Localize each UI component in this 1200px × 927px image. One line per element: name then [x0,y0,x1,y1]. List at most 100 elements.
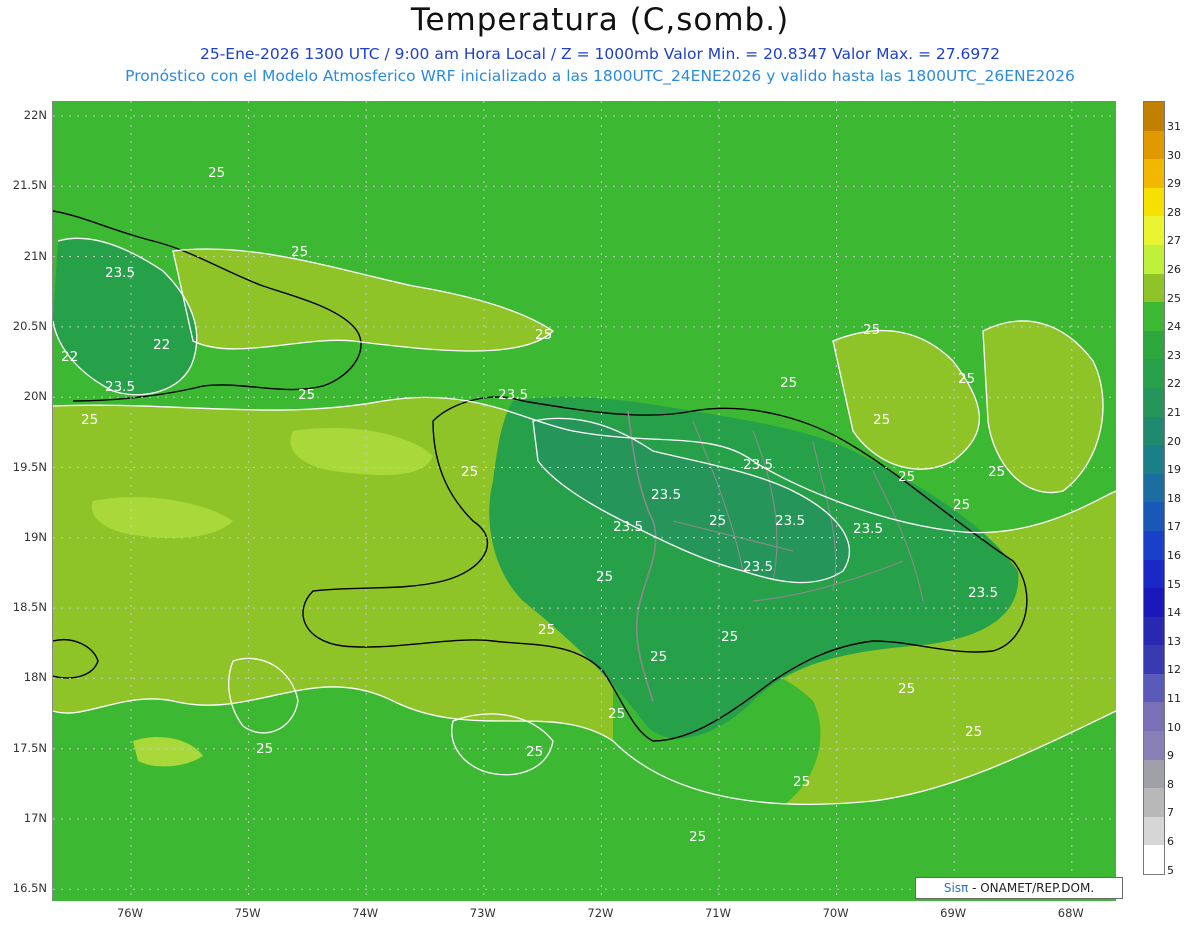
colorbar-label: 21 [1167,406,1181,419]
colorbar-label: 20 [1167,434,1181,448]
contour-label: 23.5 [498,387,528,403]
credit-box: Sisπ - ONAMET/REP.DOM. [915,877,1123,899]
colorbar-swatch [1144,445,1164,474]
contour-label: 25 [291,244,308,260]
longitude-label: 72W [587,906,614,920]
colorbar-label: 30 [1167,148,1181,162]
map-canvas: 25 25 25 23.5 22 22 23.5 25 25 23.5 25 2… [53,101,1116,901]
contour-label: 25 [81,412,98,428]
colorbar-swatch [1144,645,1164,674]
latitude-label: 17N [23,811,47,825]
colorbar-swatch [1144,702,1164,732]
colorbar-label: 31 [1167,120,1181,133]
colorbar-swatch [1144,387,1164,417]
contour-label: 22 [153,337,170,353]
contour-label: 25 [298,387,315,403]
colorbar-label: 18 [1167,491,1181,505]
map-title: Temperatura (C,somb.) [410,2,790,38]
colorbar-swatch [1144,244,1164,274]
colorbar-label: 5 [1167,863,1174,877]
longitude-label: 75W [234,906,261,920]
colorbar-swatch [1144,159,1164,188]
latitude-label: 18N [23,670,47,685]
contour-label: 25 [863,322,880,338]
colorbar-swatch [1144,845,1164,875]
colorbar-swatch [1144,559,1164,589]
contour-label: 25 [256,741,273,757]
colorbar-swatch [1144,187,1164,217]
latitude-label: 20N [23,389,47,404]
contour-label: 25 [709,513,726,529]
colorbar-swatch [1144,816,1164,846]
colorbar-label: 9 [1167,749,1174,763]
contour-label: 25 [650,649,667,665]
longitude-label: 76W [116,906,143,920]
colorbar-label: 26 [1167,263,1181,276]
colorbar-swatch [1144,302,1164,331]
latitude-label: 17.5N [12,740,47,755]
contour-label: 23.5 [775,513,805,529]
contour-label: 23.5 [651,487,681,503]
contour-label: 25 [461,464,478,480]
contour-label: 25 [898,681,915,697]
colorbar-label: 16 [1167,549,1181,562]
colorbar-swatch [1144,330,1164,360]
colorbar-label: 12 [1167,663,1181,677]
contour-label: 25 [958,371,975,387]
contour-label: 25 [538,622,555,638]
colorbar-label: 17 [1167,520,1181,534]
colorbar-label: 13 [1167,634,1181,648]
colorbar-label: 28 [1167,205,1181,219]
contour-label: 23.5 [105,265,135,281]
colorbar-swatch [1144,673,1164,703]
colorbar-swatch [1144,530,1164,560]
contour-label: 25 [988,464,1005,480]
contour-label: 22 [61,349,78,365]
colorbar-label: 15 [1167,577,1181,591]
contour-label: 25 [780,375,797,391]
colorbar-label: 23 [1167,348,1181,362]
longitude-label: 71W [704,906,731,920]
contour-label: 25 [873,412,890,428]
colorbar-swatch [1144,759,1164,789]
contour-label: 23.5 [743,559,773,575]
contour-label: 25 [208,165,225,181]
colorbar-label: 29 [1167,177,1181,191]
contour-label: 25 [953,497,970,513]
colorbar-swatch [1144,588,1164,617]
contour-label: 25 [526,744,543,760]
colorbar-label: 11 [1167,692,1181,705]
colorbar-swatch [1144,273,1164,303]
colorbar-swatch [1144,416,1164,446]
colorbar-swatch [1144,102,1164,131]
longitude-label: 73W [469,906,496,920]
contour-label: 25 [898,469,915,485]
contour-label: 25 [596,569,613,585]
colorbar-label: 10 [1167,720,1181,734]
colorbar-label: 6 [1167,835,1174,848]
contour-label: 25 [535,327,552,343]
credit-brand: Sisπ [943,881,969,895]
contour-label: 25 [721,629,738,645]
contour-label: 23.5 [968,585,998,601]
colorbar-label: 25 [1167,291,1181,305]
contour-label: 23.5 [853,521,883,537]
temperature-colorbar [1143,101,1165,876]
colorbar-label: 7 [1167,806,1174,820]
latitude-label: 22N [23,108,47,122]
forecast-time-info: 25-Ene-2026 1300 UTC / 9:00 am Hora Loca… [199,45,1000,63]
colorbar-label: 24 [1167,320,1181,334]
credit-text: - ONAMET/REP.DOM. [968,881,1095,895]
colorbar-swatch [1144,788,1164,817]
colorbar-swatch [1144,216,1164,245]
contour-label: 23.5 [613,519,643,535]
contour-label: 23.5 [105,379,135,395]
colorbar-swatch [1144,731,1164,760]
temperature-map: 25 25 25 23.5 22 22 23.5 25 25 23.5 25 2… [52,101,1116,901]
colorbar-swatch [1144,502,1164,531]
model-run-info: Pronóstico con el Modelo Atmosferico WRF… [125,67,1075,85]
contour-label: 23.5 [743,457,773,473]
colorbar-swatch [1144,616,1164,646]
latitude-label: 18.5N [12,600,47,615]
contour-label: 25 [965,724,982,740]
